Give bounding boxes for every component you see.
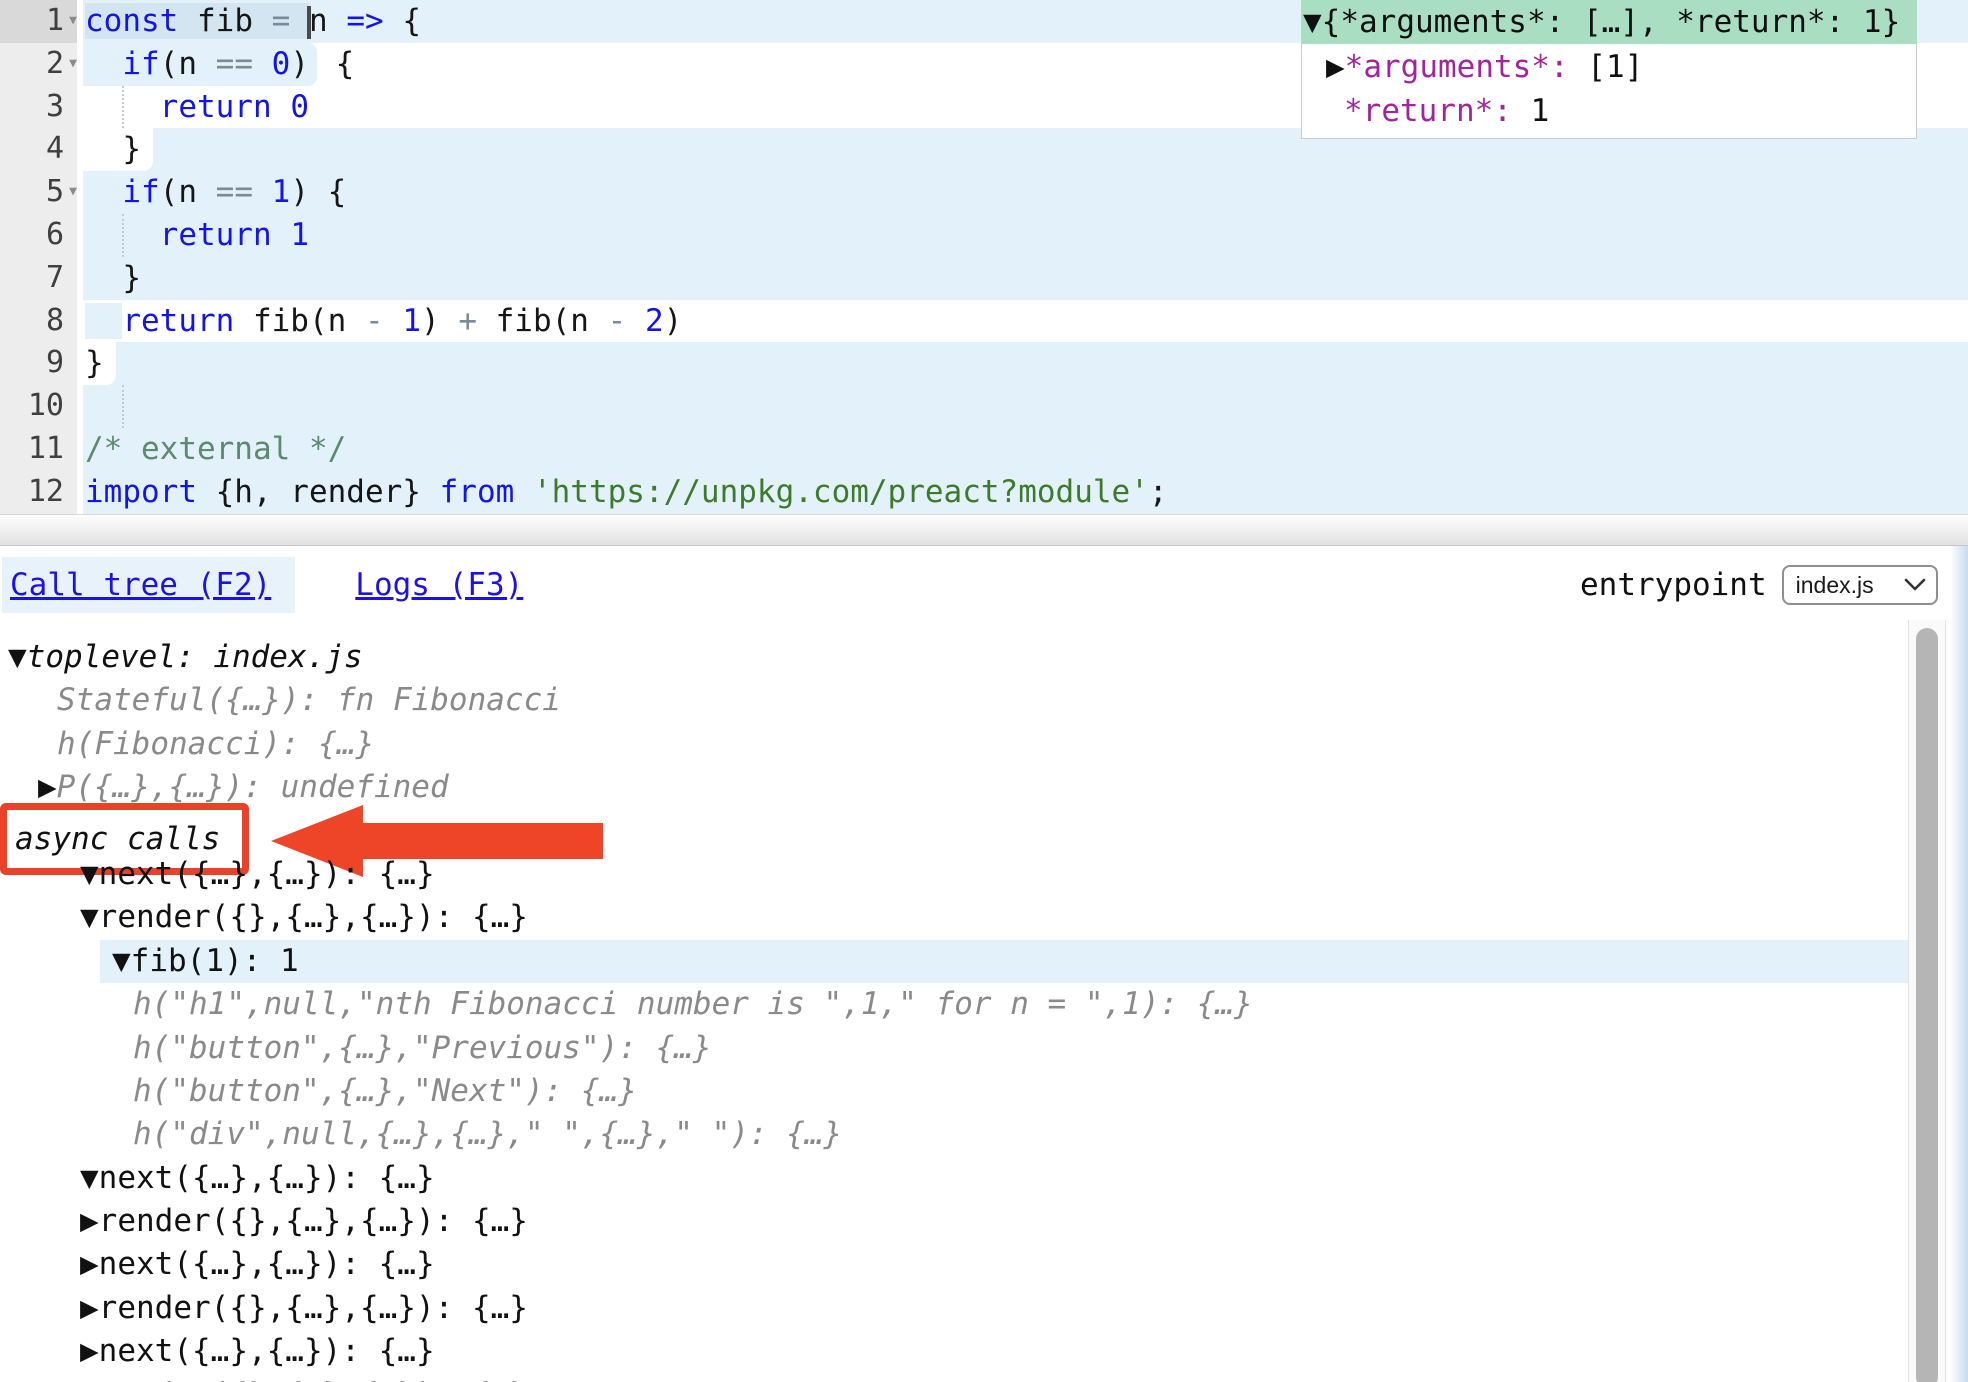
gutter-cell: 9 xyxy=(0,342,77,385)
code-line[interactable]: } xyxy=(85,128,153,171)
gutter-cell: 2▼ xyxy=(0,43,77,86)
gutter-cell: 7 xyxy=(0,257,77,300)
line-number: 5 xyxy=(46,171,64,214)
panel-tabs: Call tree (F2) Logs (F3) xyxy=(2,557,523,613)
line-number: 2 xyxy=(46,43,64,86)
call-tree-row[interactable]: h(Fibonacci): {…} xyxy=(0,723,1908,766)
code-line[interactable]: if(n == 0) { xyxy=(85,43,354,86)
live-coding-app: 1▼2▼345▼6789101112 const fib = n => { if… xyxy=(0,0,1968,1382)
call-tree-row[interactable]: ▼render({},{…},{…}): {…} xyxy=(0,896,1908,939)
call-tree-row[interactable]: h("h1",null,"nth Fibonacci number is ",1… xyxy=(0,983,1908,1026)
line-number: 10 xyxy=(28,385,64,428)
expand-down-icon[interactable]: ▼ xyxy=(8,639,27,675)
tooltip-header[interactable]: ▼{*arguments*: […], *return*: 1} xyxy=(1301,0,1917,44)
code-line[interactable]: } xyxy=(85,257,141,300)
code-line[interactable]: import {h, render} from 'https://unpkg.c… xyxy=(85,471,1168,514)
fold-arrow-icon[interactable]: ▼ xyxy=(69,0,77,43)
entrypoint-select[interactable]: index.js xyxy=(1782,565,1938,605)
code-editor[interactable]: 1▼2▼345▼6789101112 const fib = n => { if… xyxy=(0,0,1968,514)
line-number: 1 xyxy=(46,0,64,43)
code-line[interactable]: const fib = n => { xyxy=(85,0,421,43)
debugger-panel: Call tree (F2) Logs (F3) entrypoint inde… xyxy=(0,546,1968,1382)
expand-right-icon[interactable]: ▶ xyxy=(80,1333,99,1369)
line-number: 12 xyxy=(28,471,64,514)
line-highlight xyxy=(83,385,1968,428)
fold-arrow-icon[interactable]: ▼ xyxy=(69,171,77,214)
line-highlight xyxy=(83,342,1968,385)
gutter-cell: 8 xyxy=(0,300,77,343)
call-tree-row[interactable]: ▶render({},{…},{…}): {…} xyxy=(0,1374,1908,1382)
tooltip-row-return[interactable]: *return*: 1 xyxy=(1302,89,1916,133)
expand-right-icon[interactable]: ▶ xyxy=(80,1203,99,1239)
call-tree-row[interactable]: ▶next({…},{…}): {…} xyxy=(0,1243,1908,1286)
call-tree-row[interactable]: h("button",{…},"Previous"): {…} xyxy=(0,1027,1908,1070)
line-highlight xyxy=(83,171,1968,214)
call-tree: ▼toplevel: index.jsStateful({…}): fn Fib… xyxy=(0,636,1908,1382)
entrypoint-selected-value: index.js xyxy=(1796,572,1874,599)
gutter-cell: 4 xyxy=(0,128,77,171)
pane-splitter-handle[interactable] xyxy=(0,514,1968,546)
gutter-cell: 12 xyxy=(0,471,77,514)
tooltip-row-arguments[interactable]: ▶*arguments*: [1] xyxy=(1302,45,1916,89)
expand-right-icon[interactable]: ▶ xyxy=(80,1377,99,1382)
line-number: 7 xyxy=(46,257,64,300)
call-tree-row[interactable]: Stateful({…}): fn Fibonacci xyxy=(0,679,1908,722)
editor-gutter: 1▼2▼345▼6789101112 xyxy=(0,0,77,514)
call-tree-row[interactable]: ▼toplevel: index.js xyxy=(0,636,1908,679)
entrypoint-label: entrypoint xyxy=(1580,567,1767,603)
line-number: 4 xyxy=(46,128,64,171)
scrollbar-track[interactable] xyxy=(1908,620,1946,1382)
gutter-cell: 1▼ xyxy=(0,0,77,43)
code-line[interactable]: return fib(n - 1) + fib(n - 2) xyxy=(85,300,682,343)
code-line[interactable]: } xyxy=(85,342,116,385)
indent-guide xyxy=(122,385,124,428)
call-tree-row[interactable]: h("button",{…},"Next"): {…} xyxy=(0,1070,1908,1113)
expand-down-icon[interactable]: ▼ xyxy=(112,943,131,979)
line-highlight xyxy=(83,257,1968,300)
expand-right-icon[interactable]: ▶ xyxy=(80,1290,99,1326)
expand-down-icon[interactable]: ▼ xyxy=(80,1160,99,1196)
value-inspector-tooltip: ▼{*arguments*: […], *return*: 1} ▶*argum… xyxy=(1301,0,1917,139)
line-number: 6 xyxy=(46,214,64,257)
line-number: 3 xyxy=(46,86,64,129)
line-number: 8 xyxy=(46,300,64,343)
gutter-cell: 3 xyxy=(0,86,77,129)
expand-right-icon[interactable]: ▶ xyxy=(80,1246,99,1282)
code-line[interactable]: return 0 xyxy=(85,86,309,129)
gutter-cell: 6 xyxy=(0,214,77,257)
panel-right-edge xyxy=(1950,546,1968,1382)
fold-arrow-icon[interactable]: ▼ xyxy=(69,43,77,86)
tooltip-body: ▶*arguments*: [1] *return*: 1 xyxy=(1301,44,1917,139)
code-line[interactable]: /* external */ xyxy=(85,428,346,471)
expand-down-icon[interactable]: ▼ xyxy=(80,856,99,892)
call-tree-row[interactable]: ▶render({},{…},{…}): {…} xyxy=(0,1200,1908,1243)
call-tree-row[interactable]: h("div",null,{…},{…}," ",{…}," "): {…} xyxy=(0,1113,1908,1156)
entrypoint-row: entrypoint index.js xyxy=(1580,557,1938,613)
line-highlight xyxy=(83,428,1968,471)
expand-down-icon[interactable]: ▼ xyxy=(80,899,99,935)
gutter-cell: 11 xyxy=(0,428,77,471)
call-tree-row[interactable]: ▶next({…},{…}): {…} xyxy=(0,1330,1908,1373)
call-tree-row[interactable]: ▶render({},{…},{…}): {…} xyxy=(0,1287,1908,1330)
call-tree-row[interactable]: ▼fib(1): 1 xyxy=(100,940,1908,983)
gutter-cell: 10 xyxy=(0,385,77,428)
tab-call-tree[interactable]: Call tree (F2) xyxy=(2,557,295,613)
gutter-cell: 5▼ xyxy=(0,171,77,214)
line-number: 11 xyxy=(28,428,64,471)
call-tree-row[interactable]: async calls xyxy=(0,810,1908,853)
call-tree-row[interactable]: ▼next({…},{…}): {…} xyxy=(0,853,1908,896)
chevron-down-icon xyxy=(1904,578,1926,592)
tab-logs[interactable]: Logs (F3) xyxy=(355,567,523,603)
scrollbar-thumb[interactable] xyxy=(1916,628,1938,1382)
expand-right-icon[interactable]: ▶ xyxy=(1326,49,1345,85)
line-highlight xyxy=(83,214,1968,257)
code-line[interactable]: return 1 xyxy=(85,214,309,257)
expand-right-icon[interactable]: ▶ xyxy=(38,769,57,805)
call-tree-row[interactable]: ▼next({…},{…}): {…} xyxy=(0,1157,1908,1200)
line-number: 9 xyxy=(46,342,64,385)
code-line[interactable]: if(n == 1) { xyxy=(85,171,346,214)
